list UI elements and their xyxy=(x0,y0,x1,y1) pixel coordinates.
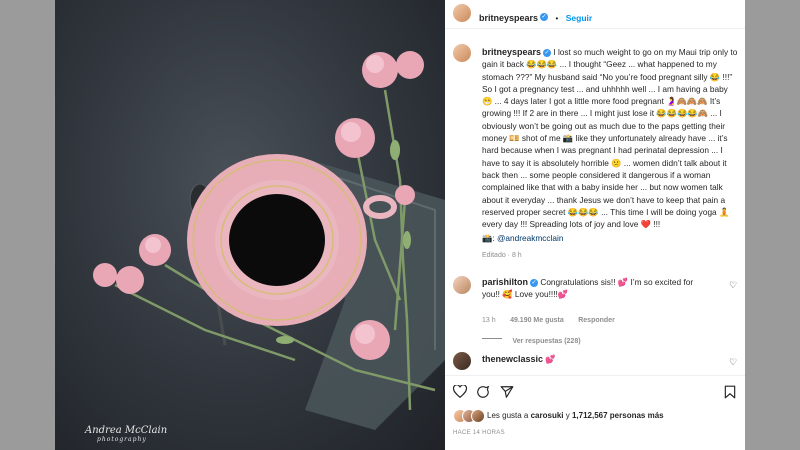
heart-icon[interactable]: ♡ xyxy=(729,357,737,368)
liker-avatar xyxy=(471,409,485,423)
coffee-flowers-image xyxy=(93,51,445,430)
likes-summary: Les gusta a carosuki y 1,712,567 persona… xyxy=(487,411,664,420)
comment-time: 13 h xyxy=(482,317,496,324)
photo-credit-mention: 📸: @andreakmcclain xyxy=(482,233,563,244)
replies-line xyxy=(482,338,502,340)
likes-count[interactable]: 1,712,567 personas más xyxy=(572,411,664,420)
post-header: britneyspears ✓ • Seguir xyxy=(445,0,745,29)
camera-emoji: 📸: xyxy=(482,233,495,243)
likes-prefix: Les gusta a xyxy=(487,411,529,420)
caption-text: I lost so much weight to go on my Maui t… xyxy=(482,47,738,230)
liker-avatars[interactable] xyxy=(453,408,487,423)
comment-avatar[interactable] xyxy=(453,352,471,370)
dot-separator: • xyxy=(555,14,559,23)
verified-badge-icon: ✓ xyxy=(530,278,539,287)
author-avatar[interactable] xyxy=(453,4,471,22)
likes-middle: y xyxy=(565,411,570,420)
post-details-panel: britneyspears ✓ • Seguir britneyspears ✓ I… xyxy=(445,0,745,450)
comment-username[interactable]: parishilton xyxy=(482,277,528,287)
comment-body: parishilton ✓ Congratulations sis!! 💕 I’m… xyxy=(482,276,712,300)
comment-meta: 13 h 49.190 Me gusta Responder xyxy=(482,309,615,327)
reply-button[interactable]: Responder xyxy=(578,317,615,324)
header-user: britneyspears ✓ • Seguir xyxy=(479,8,592,26)
comment-username[interactable]: thenewclassic xyxy=(482,354,543,364)
edited-timestamp: Editado · 8 h xyxy=(482,252,522,259)
caption-avatar[interactable] xyxy=(453,44,471,62)
likes-user[interactable]: carosuki xyxy=(531,411,564,420)
posted-time: HACE 14 HORAS xyxy=(453,430,505,436)
comment-likes[interactable]: 49.190 Me gusta xyxy=(510,317,564,324)
credit-handle-link[interactable]: @andreakmcclain xyxy=(497,233,564,243)
photo-credit-subtitle: photography xyxy=(97,436,147,443)
like-heart-icon[interactable] xyxy=(453,385,467,398)
photo-credit-name: Andrea McClain xyxy=(85,425,168,436)
comment-text: 💕 xyxy=(545,354,556,364)
post-photo[interactable]: Andrea McClain photography xyxy=(55,0,445,450)
view-replies[interactable]: Ver respuestas (228) xyxy=(482,330,581,348)
share-send-icon[interactable] xyxy=(500,385,514,399)
comment-bubble-icon[interactable] xyxy=(476,385,490,399)
divider xyxy=(445,375,745,376)
save-bookmark-icon[interactable] xyxy=(724,385,736,399)
view-replies-label[interactable]: Ver respuestas (228) xyxy=(512,338,580,345)
photo-credit-watermark: Andrea McClain photography xyxy=(85,425,167,443)
caption-username[interactable]: britneyspears xyxy=(482,47,541,57)
header-username[interactable]: britneyspears xyxy=(479,13,538,23)
verified-badge-icon: ✓ xyxy=(543,48,552,57)
heart-icon[interactable]: ♡ xyxy=(729,280,737,291)
comment-avatar[interactable] xyxy=(453,276,471,294)
verified-badge-icon: ✓ xyxy=(540,12,549,21)
post-caption: britneyspears ✓ I lost so much weight to … xyxy=(482,46,738,230)
follow-button[interactable]: Seguir xyxy=(566,13,592,23)
comment-body: thenewclassic 💕 xyxy=(482,354,556,365)
